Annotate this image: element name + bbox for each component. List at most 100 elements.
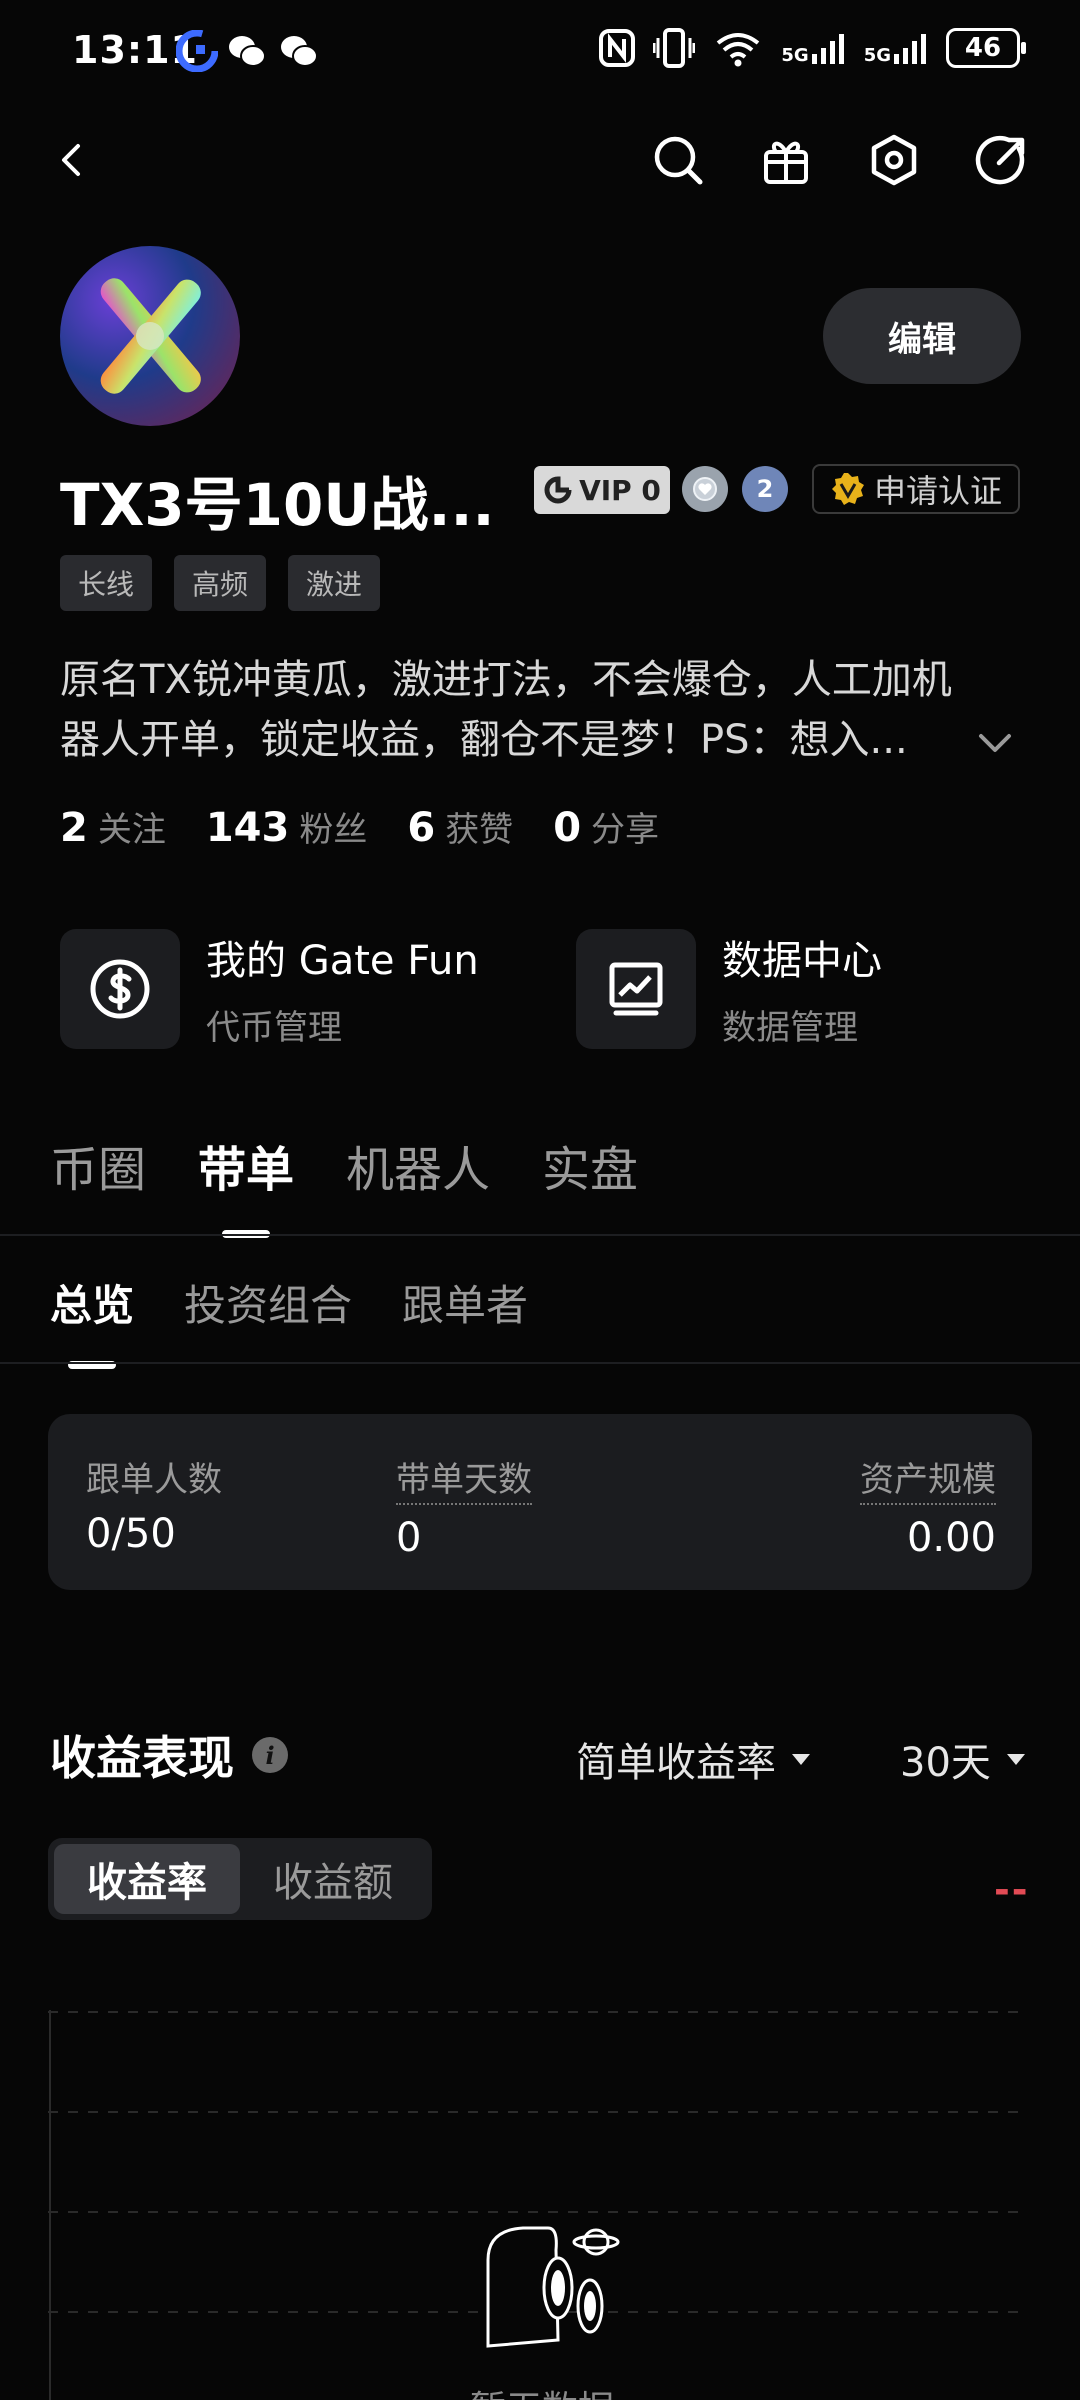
return-value: --: [994, 1868, 1030, 1912]
verify-label: 申请认证: [873, 472, 1002, 510]
wechat-icon-2: [281, 36, 318, 67]
data-center-entry[interactable]: 数据中心 数据管理: [576, 928, 882, 1049]
nfc-icon: [599, 29, 636, 67]
tab-live-trading[interactable]: 实盘: [542, 1130, 638, 1200]
silver-medal-icon[interactable]: [682, 466, 728, 512]
apply-verification-button[interactable]: 申请认证: [812, 464, 1020, 514]
lead-days-value: 0: [396, 1515, 422, 1561]
share-icon: [975, 135, 1025, 185]
stat-following[interactable]: 2 关注: [60, 802, 166, 851]
tag-item: 激进: [288, 555, 381, 611]
battery-level: 46: [964, 33, 1002, 63]
feature-icon-box: [60, 928, 180, 1049]
tab-copy-trading[interactable]: 带单: [198, 1130, 294, 1200]
bio[interactable]: 原名TX锐冲黄瓜，激进打法，不会爆仓，人工加机 器人开单，锁定收益，翻仓不是梦！…: [60, 650, 1020, 770]
vip-label: VIP 0: [579, 473, 661, 507]
overview-card: 跟单人数 0/50 带单天数 0 资产规模 0.00: [48, 1414, 1032, 1590]
gift-button[interactable]: [756, 130, 816, 190]
tag-item: 高频: [174, 555, 267, 611]
telescope-empty-icon: [486, 2226, 620, 2348]
signal-5g-b: 5G: [863, 32, 928, 66]
verified-v-icon: [831, 473, 864, 505]
app-c-icon: [176, 30, 218, 72]
copiers-count: 跟单人数 0/50: [86, 1452, 222, 1557]
copiers-count-label: 跟单人数: [86, 1460, 222, 1500]
profile-stats: 2 关注 143 粉丝 6 获赞 0 分享: [60, 802, 659, 851]
vibrate-icon: [653, 28, 696, 68]
returns-chart: [48, 2010, 1028, 2400]
divider: [0, 1362, 1080, 1364]
gear-icon: [871, 134, 917, 186]
lead-days: 带单天数 0: [396, 1452, 532, 1561]
status-bar: 13:11 5G 5G 46: [0, 0, 1080, 100]
returns-title-text: 收益表现: [50, 1731, 234, 1785]
tab-copiers[interactable]: 跟单者: [402, 1272, 528, 1333]
medal-heart-icon: [693, 477, 717, 501]
stat-label: 粉丝: [299, 810, 368, 850]
caret-down-icon: [1006, 1753, 1025, 1765]
stat-shares[interactable]: 0 分享: [553, 802, 659, 851]
feature-subtitle: 数据管理: [722, 1008, 858, 1048]
stat-label: 获赞: [445, 810, 514, 850]
gift-icon: [764, 141, 808, 184]
copiers-count-value: 0/50: [86, 1511, 176, 1557]
signal-bars-icon-2: [894, 34, 926, 64]
back-button[interactable]: [42, 130, 102, 190]
empty-state-text: 暂无数据: [470, 2380, 614, 2400]
return-mode-value: 简单收益率: [576, 1740, 776, 1786]
tab-crypto-circle[interactable]: 币圈: [50, 1130, 146, 1200]
aum-value: 0.00: [906, 1515, 996, 1561]
period-value: 30天: [900, 1740, 991, 1786]
toggle-return-rate[interactable]: 收益率: [54, 1844, 240, 1914]
feature-title: 我的 Gate Fun: [206, 938, 479, 984]
divider: [0, 1234, 1080, 1236]
stat-label: 分享: [591, 810, 660, 850]
chevron-down-icon[interactable]: [975, 722, 1015, 762]
search-button[interactable]: [648, 130, 708, 190]
return-mode-dropdown[interactable]: 简单收益率: [576, 1730, 810, 1788]
tab-bots[interactable]: 机器人: [346, 1130, 490, 1200]
signal-bars-icon: [811, 34, 844, 64]
tab-portfolio[interactable]: 投资组合: [184, 1272, 352, 1333]
info-icon[interactable]: i: [252, 1737, 288, 1773]
lead-days-label[interactable]: 带单天数: [396, 1452, 532, 1505]
main-tabs: 币圈 带单 机器人 实盘: [50, 1130, 638, 1200]
network-label-a: 5G: [781, 45, 809, 66]
gate-fun-entry[interactable]: 我的 Gate Fun 代币管理: [60, 928, 479, 1049]
stat-followers[interactable]: 143 粉丝: [206, 802, 368, 851]
chart-monitor-icon: [609, 962, 663, 1015]
stat-number: 0: [553, 805, 582, 851]
period-dropdown[interactable]: 30天: [900, 1730, 1025, 1788]
wifi-icon: [717, 33, 760, 67]
tag-list: 长线 高频 激进: [60, 555, 381, 611]
aum-label[interactable]: 资产规模: [860, 1452, 996, 1505]
wechat-icon: [229, 36, 266, 67]
avatar[interactable]: [60, 246, 240, 426]
feature-icon-box: [576, 928, 696, 1049]
username: TX3号10U战...: [60, 471, 495, 539]
stat-likes[interactable]: 6 获赞: [407, 802, 513, 851]
bio-line-1: 原名TX锐冲黄瓜，激进打法，不会爆仓，人工加机: [60, 657, 952, 703]
edit-profile-button[interactable]: 编辑: [823, 288, 1021, 384]
signal-5g-a: 5G: [781, 32, 845, 66]
dollar-icon: [90, 959, 150, 1018]
caret-down-icon: [792, 1753, 810, 1765]
gate-logo-icon: [544, 476, 572, 504]
tag-item: 长线: [60, 555, 153, 611]
level-badge-number: 2: [756, 475, 774, 503]
settings-button[interactable]: [864, 130, 924, 190]
stat-number: 6: [407, 805, 436, 851]
chevron-left-icon: [62, 144, 80, 176]
feature-title: 数据中心: [722, 938, 882, 984]
returns-metric-toggle: 收益率 收益额: [48, 1838, 432, 1920]
network-label-b: 5G: [863, 45, 891, 66]
bio-line-2: 器人开单，锁定收益，翻仓不是梦！PS：想入...: [60, 717, 908, 763]
toggle-return-amount[interactable]: 收益额: [240, 1844, 426, 1914]
top-nav: [0, 120, 1080, 200]
level-badge[interactable]: 2: [742, 466, 788, 512]
stat-number: 143: [205, 805, 290, 851]
tab-overview[interactable]: 总览: [50, 1272, 134, 1333]
vip-badge[interactable]: VIP 0: [534, 466, 670, 514]
share-button[interactable]: [972, 130, 1032, 190]
stat-number: 2: [60, 805, 88, 851]
